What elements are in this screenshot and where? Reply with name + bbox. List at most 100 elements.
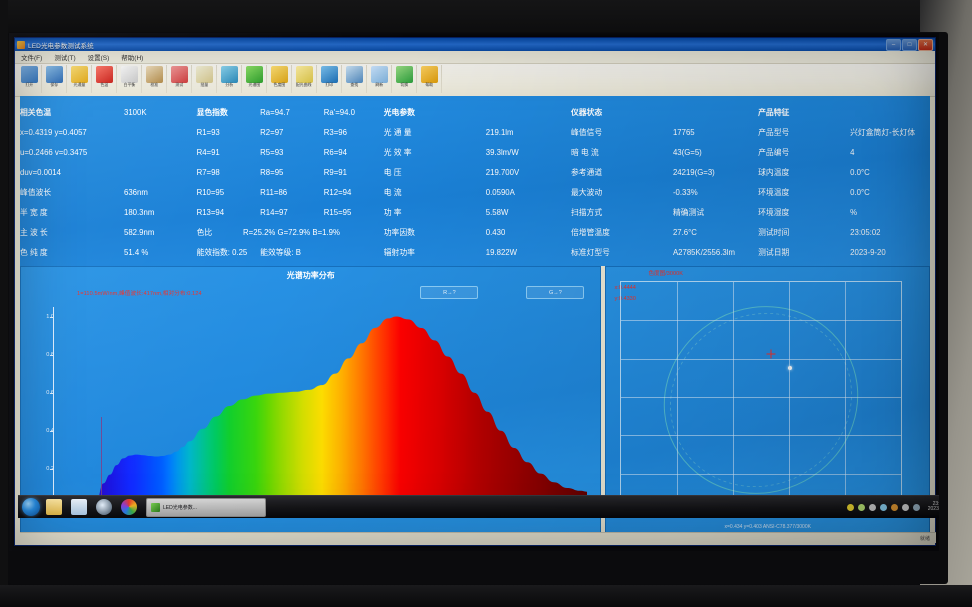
toolbar-test-button[interactable]: 测试 [167, 65, 192, 93]
cri-cell: R9=91 [323, 167, 347, 177]
toolbar-curve-button[interactable]: 配光曲线 [292, 65, 317, 93]
application-window: LED光电参数测试系统 – □ ✕ 文件(F) 测试(T) 设置(S) 帮助(H) 打… [14, 37, 936, 546]
spd-annotation: 1=110.5mW/nm,峰值波长:417nm,相对分布:0.124 [77, 291, 202, 297]
search-icon [345, 66, 363, 83]
instrument-status-value: 精确测试 [672, 207, 705, 217]
document-icon[interactable] [71, 499, 87, 515]
tray-icon-2[interactable] [857, 503, 865, 511]
toolbar-batch-button[interactable]: 批量 [192, 65, 217, 93]
photoelectric-row: 光电参数 [384, 102, 571, 122]
product-info-key: 产品特征 [758, 107, 790, 117]
instrument-status-key: 扫描方式 [570, 207, 603, 217]
tray-icon-5[interactable] [890, 503, 898, 511]
room-background-left [0, 0, 8, 607]
product-info-column: 产品特征 产品型号 兴灯盒筒灯-长灯体 产品编号 4 球内温度 0.0°C 环境温度 0.0°C… [758, 96, 930, 266]
toolbar-label: 色度图 [273, 82, 285, 87]
toolbar-lamp-button[interactable]: 光通量 [67, 65, 92, 93]
analyze-icon [220, 66, 238, 83]
instrument-status-row: 倍增管温度 27.6°C [571, 222, 758, 242]
toolbar-redlamp-button[interactable]: 色温 [92, 65, 117, 93]
menu-item-0[interactable]: 文件(F) [21, 52, 42, 62]
cie-grid [620, 281, 903, 513]
toolbar-circle-button[interactable]: 白平衡 [117, 65, 142, 93]
photoelectric-column: 光电参数光 通 量 219.1lm 光 效 率 39.3lm/W 电 压 219.700V… [384, 96, 571, 266]
tray-icon-6[interactable] [901, 503, 909, 511]
media-player-icon[interactable] [96, 499, 112, 515]
photoelectric-value: 219.700V [485, 167, 520, 177]
toolbar-chroma-button[interactable]: 色度图 [267, 65, 292, 93]
cie-gridline-h [621, 435, 902, 437]
cri-cell: R10=95 [196, 187, 225, 197]
toolbar-print-button[interactable]: 打印 [317, 65, 342, 93]
instrument-status-value: A2785K/2556.3lm [672, 247, 735, 257]
toolbar-switch-button[interactable]: 切换 [392, 65, 417, 93]
instrument-status-value: 24219(G=3) [672, 167, 715, 177]
cri-cell: R15=95 [323, 207, 352, 217]
target-crosshair [766, 349, 776, 359]
cri-cell: R=25.2% G=72.9% B=1.9% [243, 227, 340, 237]
minimize-button[interactable]: – [886, 38, 901, 51]
tray-icon-3[interactable] [868, 503, 876, 511]
colorimetry-row: u=0.2466 v=0.3475 [20, 142, 197, 162]
photoelectric-value: 39.3lm/W [485, 147, 519, 157]
taskbar-clock[interactable]: 23:05 2023/9/20 [928, 501, 939, 513]
tray-icon-4[interactable] [879, 503, 887, 511]
window-titlebar: LED光电参数测试系统 – □ ✕ [15, 38, 935, 51]
toolbar-open-button[interactable]: 打开 [17, 65, 42, 93]
instrument-status-value: -0.33% [672, 187, 698, 197]
instrument-status-key: 仪器状态 [570, 107, 603, 117]
start-button[interactable] [22, 498, 40, 516]
photoelectric-key: 电 压 [383, 167, 402, 177]
y-tick-mark [50, 392, 54, 394]
product-info-value: 兴灯盒筒灯-长灯体 [850, 127, 916, 137]
toolbar-calibrate-button[interactable]: 校准 [142, 65, 167, 93]
maximize-button[interactable]: □ [902, 38, 917, 51]
toolbar-save-button[interactable]: 保存 [42, 65, 67, 93]
tray-icon-7[interactable] [912, 503, 920, 511]
taskbar-app-button[interactable]: LED光电参数... [146, 497, 266, 517]
photoelectric-key: 辐射功率 [383, 247, 415, 257]
close-button[interactable]: ✕ [918, 38, 933, 51]
print-icon [320, 66, 338, 83]
colorimetry-key: 半 宽 度 [20, 207, 48, 217]
explorer-icon[interactable] [46, 499, 62, 515]
product-info-row: 球内温度 0.0°C [758, 162, 930, 182]
cri-cell: R5=93 [260, 147, 284, 157]
instrument-status-row: 参考通道 24219(G=3) [571, 162, 758, 182]
toolbar-spectrum-button[interactable]: 光谱图 [242, 65, 267, 93]
cri-cell: R11=86 [260, 187, 288, 197]
menu-item-1[interactable]: 测试(T) [54, 52, 75, 62]
toolbar-label: 分析 [225, 82, 233, 87]
cie-gridline-h [621, 397, 902, 398]
toolbar-refresh-button[interactable]: 刷新 [367, 65, 392, 93]
window-title: LED光电参数测试系统 [28, 42, 94, 50]
toolbar-label: 测试 [175, 82, 183, 87]
toolbar-analyze-button[interactable]: 分析 [217, 65, 242, 93]
instrument-status-key: 峰值信号 [570, 127, 603, 137]
menu-item-3[interactable]: 帮助(H) [121, 52, 143, 62]
spd-curve [57, 316, 587, 507]
menu-item-2[interactable]: 设置(S) [88, 52, 110, 62]
product-info-row: 环境湿度% [758, 202, 930, 222]
spd-legend: R→? G→? [420, 286, 585, 299]
photoelectric-row: 功率因数 0.430 [384, 222, 571, 242]
tray-icon-1[interactable] [846, 503, 854, 511]
photoelectric-key: 功 率 [383, 207, 402, 217]
toolbar-label: 打印 [325, 82, 333, 87]
toolbar-help-button[interactable]: 帮助 [417, 65, 442, 93]
photoelectric-row: 电 压 219.700V [384, 162, 571, 182]
photoelectric-key: 电 流 [383, 187, 402, 197]
photoelectric-value: 19.822W [485, 247, 517, 257]
instrument-status-row: 最大波动 -0.33% [571, 182, 758, 202]
spd-legend-button-1[interactable]: G→? [526, 286, 585, 299]
spd-plot-area: 0.20.40.60.81.0 380430480530580630680730… [46, 307, 592, 515]
cri-cell: R2=97 [260, 127, 284, 137]
taskbar-app-label: LED光电参数... [163, 504, 197, 511]
photoelectric-value: 219.1lm [485, 127, 514, 137]
toolbar-label: 查找 [350, 82, 358, 87]
spd-legend-button-0[interactable]: R→? [420, 286, 479, 299]
toolbar-label: 光通量 [73, 82, 85, 87]
toolbar-search-button[interactable]: 查找 [342, 65, 367, 93]
browser-icon[interactable] [121, 499, 137, 515]
toolbar-label: 保存 [50, 82, 58, 87]
